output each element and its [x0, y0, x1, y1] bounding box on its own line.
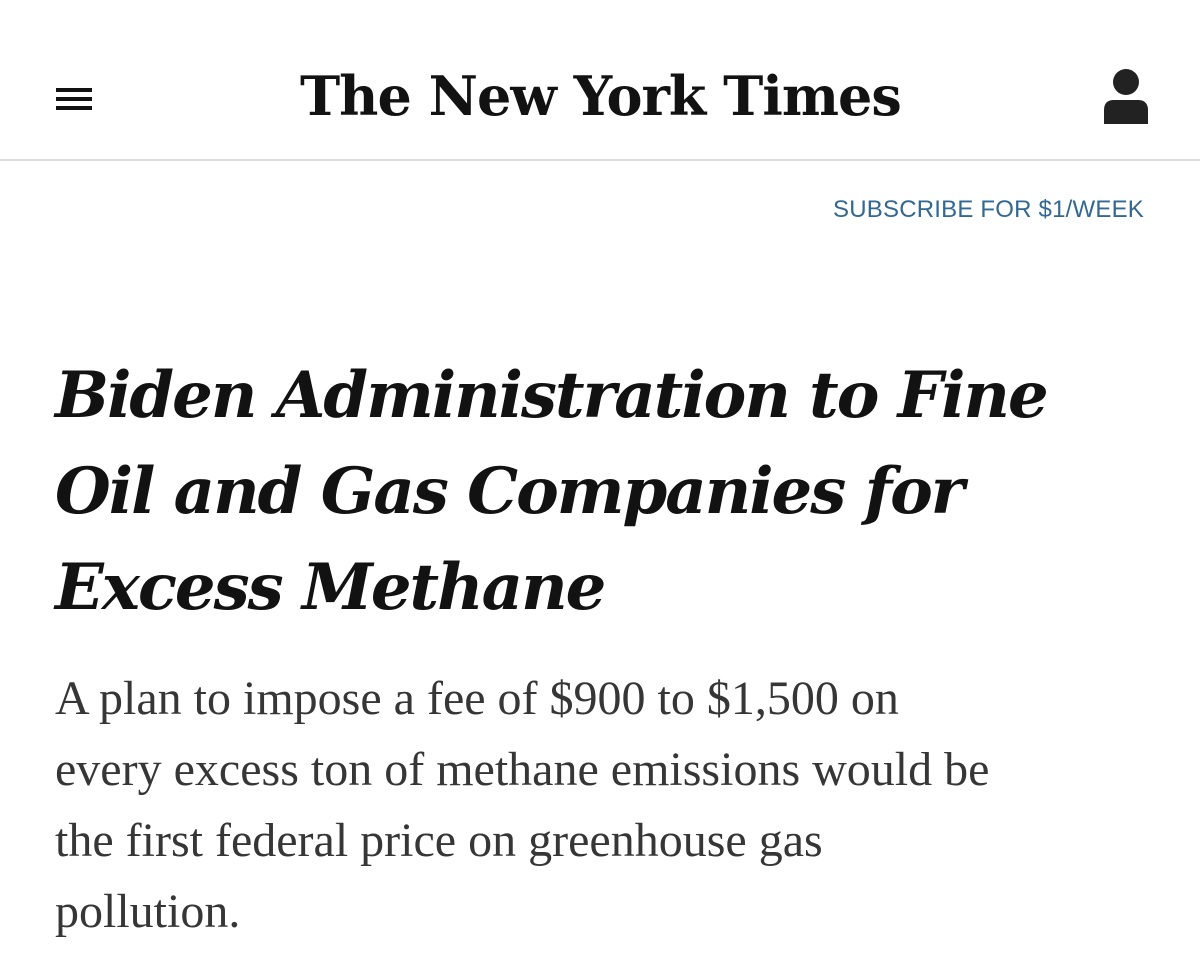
user-account-icon[interactable] — [1100, 64, 1152, 126]
hamburger-menu-icon[interactable] — [52, 84, 96, 114]
article-summary: A plan to impose a fee of $900 to $1,500… — [55, 663, 1165, 947]
headline-line: Oil and Gas Companies for — [55, 454, 965, 529]
menu-bar — [56, 97, 92, 101]
article-headline: Biden Administration to Fine Oil and Gas… — [55, 348, 1155, 636]
summary-line: the first federal price on greenhouse ga… — [55, 814, 823, 867]
user-silhouette-icon — [1104, 69, 1148, 124]
subscribe-link[interactable]: SUBSCRIBE FOR $1/WEEK — [833, 196, 1144, 224]
summary-line: A plan to impose a fee of $900 to $1,500… — [55, 672, 899, 725]
nyt-logo[interactable]: The New York Times — [300, 56, 902, 136]
menu-bar — [56, 88, 92, 92]
masthead: The New York Times — [0, 0, 1200, 161]
summary-line: pollution. — [55, 885, 241, 938]
summary-line: every excess ton of methane emissions wo… — [55, 743, 990, 796]
headline-line: Biden Administration to Fine — [55, 358, 1049, 433]
headline-line: Excess Methane — [55, 550, 606, 625]
menu-bar — [56, 106, 92, 110]
